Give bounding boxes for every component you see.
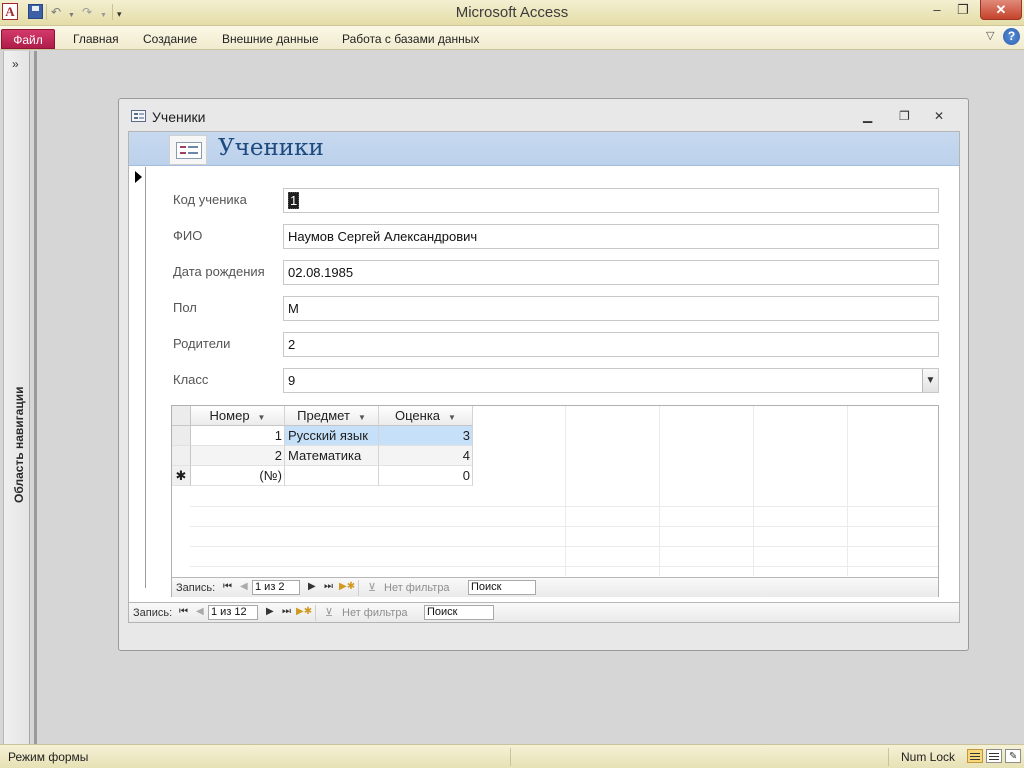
form-header-title: Ученики <box>218 135 324 161</box>
tab-external-data[interactable]: Внешние данные <box>222 29 319 49</box>
column-header-subject[interactable]: Предмет ▼ <box>285 406 379 426</box>
title-bar: A ↶ ▼ ↷ ▼ ▾ Microsoft Access – ❐ ✕ <box>0 0 1024 26</box>
nav-pane-splitter[interactable] <box>34 51 37 744</box>
form-icon <box>131 110 146 122</box>
field-label-class: Класс <box>173 372 209 387</box>
cell-grade-new[interactable]: 0 <box>379 466 473 486</box>
minimize-button[interactable]: – <box>924 0 950 20</box>
grades-subform: Номер ▼ Предмет ▼ Оценка ▼ 1 Русский язык 3… <box>171 405 939 597</box>
ribbon-expand-icon[interactable]: ▽ <box>986 29 994 42</box>
nav-pane-expand-icon[interactable]: » <box>12 57 19 71</box>
form-close-button[interactable]: ✕ <box>934 109 944 123</box>
grades-datasheet: Номер ▼ Предмет ▼ Оценка ▼ 1 Русский язык 3… <box>172 406 938 576</box>
column-header-number[interactable]: Номер ▼ <box>191 406 285 426</box>
last-record-icon[interactable]: ⏭ <box>282 606 291 617</box>
student-id-field[interactable]: 1 <box>283 188 939 213</box>
form-header-icon <box>169 135 207 165</box>
column-filter-icon: ▼ <box>257 413 266 422</box>
filter-status[interactable]: Нет фильтра <box>342 607 408 619</box>
prev-record-icon[interactable]: ◀ <box>240 581 248 592</box>
cell-subject[interactable]: Математика <box>285 446 379 466</box>
filter-status[interactable]: Нет фильтра <box>384 582 450 594</box>
chevron-down-icon[interactable]: ▼ <box>922 369 938 392</box>
form-restore-button[interactable]: ❐ <box>899 109 910 123</box>
numlock-indicator: Num Lock <box>901 750 956 764</box>
field-label-birthdate: Дата рождения <box>173 264 265 279</box>
close-button[interactable]: ✕ <box>980 0 1022 20</box>
record-position-input[interactable]: 1 из 2 <box>252 580 300 595</box>
field-label-parents: Родители <box>173 336 231 351</box>
status-bar: Режим формы Num Lock ✎ <box>0 744 1024 768</box>
row-selector[interactable] <box>172 446 191 466</box>
restore-button[interactable]: ❐ <box>950 0 976 20</box>
record-label: Запись: <box>176 582 216 594</box>
new-record-icon[interactable]: ▶✱ <box>296 606 312 617</box>
view-mode-status: Режим формы <box>8 750 89 764</box>
filter-icon: ⊻ <box>368 582 377 594</box>
cell-subject-new[interactable] <box>285 466 379 486</box>
tab-create[interactable]: Создание <box>143 29 197 49</box>
first-record-icon[interactable]: ⏮ <box>223 581 232 592</box>
form-record-navigator: Запись: ⏮ ◀ 1 из 12 ▶ ⏭ ▶✱ ⊻ Нет фильтра… <box>129 602 959 622</box>
field-label-gender: Пол <box>173 300 197 315</box>
gender-field[interactable]: М <box>283 296 939 321</box>
column-header-grade[interactable]: Оценка ▼ <box>379 406 473 426</box>
tab-file[interactable]: Файл <box>1 29 55 49</box>
last-record-icon[interactable]: ⏭ <box>324 581 333 592</box>
prev-record-icon[interactable]: ◀ <box>196 606 204 617</box>
record-label: Запись: <box>133 607 173 619</box>
cell-number[interactable]: 2 <box>191 446 285 466</box>
birthdate-field[interactable]: 02.08.1985 <box>283 260 939 285</box>
filter-icon: ⊻ <box>325 607 334 619</box>
parents-field[interactable]: 2 <box>283 332 939 357</box>
current-record-arrow-icon <box>135 171 142 183</box>
new-record-icon[interactable]: ▶✱ <box>339 581 355 592</box>
form-view-icon[interactable] <box>967 749 983 763</box>
ribbon-tabs: Файл Главная Создание Внешние данные Раб… <box>0 26 1024 50</box>
next-record-icon[interactable]: ▶ <box>308 581 316 592</box>
class-combobox[interactable]: 9 ▼ <box>283 368 939 393</box>
search-input[interactable]: Поиск <box>424 605 494 620</box>
new-record-icon[interactable]: ✱ <box>172 466 191 486</box>
form-minimize-button[interactable]: ▁ <box>863 109 872 123</box>
search-input[interactable]: Поиск <box>468 580 536 595</box>
form-window: Ученики ▁ ❐ ✕ Ученики Код ученика 1 ФИО … <box>118 98 969 651</box>
cell-subject[interactable]: Русский язык <box>285 426 379 446</box>
layout-view-icon[interactable] <box>986 749 1002 763</box>
navigation-pane[interactable]: » Область навигации <box>3 51 30 744</box>
design-view-icon[interactable]: ✎ <box>1005 749 1021 763</box>
row-selector[interactable] <box>172 426 191 446</box>
first-record-icon[interactable]: ⏮ <box>179 606 188 617</box>
subform-record-navigator: Запись: ⏮ ◀ 1 из 2 ▶ ⏭ ▶✱ ⊻ Нет фильтра … <box>172 577 938 597</box>
record-selector[interactable] <box>129 167 146 588</box>
field-label-student-id: Код ученика <box>173 192 247 207</box>
tab-database-tools[interactable]: Работа с базами данных <box>342 29 479 49</box>
help-icon[interactable]: ? <box>1003 28 1020 45</box>
next-record-icon[interactable]: ▶ <box>266 606 274 617</box>
field-label-fio: ФИО <box>173 228 203 243</box>
tab-home[interactable]: Главная <box>73 29 119 49</box>
class-value: 9 <box>288 373 296 388</box>
select-all-corner[interactable] <box>172 406 191 426</box>
cell-number[interactable]: 1 <box>191 426 285 446</box>
fio-field[interactable]: Наумов Сергей Александрович <box>283 224 939 249</box>
nav-pane-label[interactable]: Область навигации <box>12 387 26 503</box>
column-filter-icon: ▼ <box>357 413 366 422</box>
cell-grade[interactable]: 4 <box>379 446 473 466</box>
window-title: Microsoft Access <box>455 4 569 21</box>
cell-grade[interactable]: 3 <box>379 426 473 446</box>
column-filter-icon: ▼ <box>448 413 456 422</box>
record-position-input[interactable]: 1 из 12 <box>208 605 258 620</box>
cell-number-new[interactable]: (№) <box>191 466 285 486</box>
form-body: Ученики Код ученика 1 ФИО Наумов Сергей … <box>128 131 960 623</box>
form-header: Ученики <box>129 132 959 166</box>
form-window-title: Ученики <box>152 109 206 125</box>
